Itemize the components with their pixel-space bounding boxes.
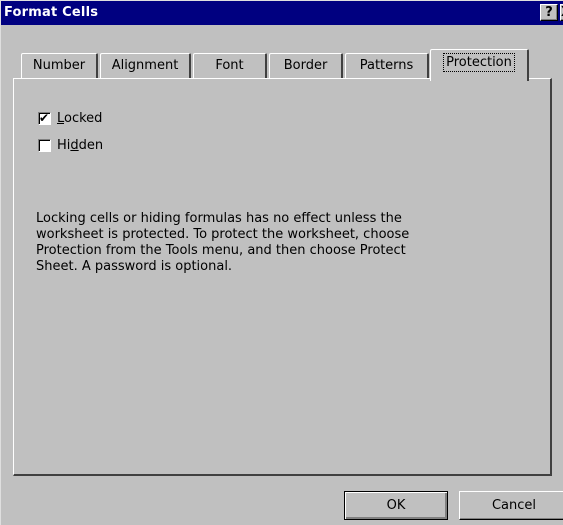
tab-alignment-label: Alignment [111, 58, 179, 73]
hidden-label: Hidden [57, 137, 104, 153]
tab-protection[interactable]: Protection [430, 49, 529, 81]
tab-border[interactable]: Border [269, 53, 343, 78]
info-line: Sheet. A password is optional. [36, 259, 233, 274]
tab-alignment[interactable]: Alignment [100, 53, 191, 78]
tab-number[interactable]: Number [21, 53, 98, 78]
help-icon: ? [545, 5, 553, 20]
title-bar[interactable]: Format Cells ? X [1, 1, 563, 25]
tab-border-label: Border [283, 58, 328, 73]
tab-patterns[interactable]: Patterns [345, 53, 429, 78]
protection-info-text: Locking cells or hiding formulas has no … [36, 211, 456, 275]
tab-font[interactable]: Font [193, 53, 267, 78]
hidden-checkbox-row[interactable]: Hidden [38, 136, 103, 154]
protection-panel: ✔ Locked Hidden Locking cells or hiding … [13, 78, 552, 476]
checkmark-icon: ✔ [39, 110, 50, 125]
format-cells-dialog: Format Cells ? X Number Alignment Font B… [0, 0, 563, 525]
tab-patterns-label: Patterns [359, 58, 414, 73]
ok-button[interactable]: OK [344, 491, 448, 520]
hidden-checkbox[interactable] [38, 138, 51, 152]
cancel-button[interactable]: Cancel [459, 491, 563, 520]
info-line: Protection from the Tools menu, and then… [36, 243, 406, 258]
tab-font-label: Font [215, 58, 244, 73]
locked-label: Locked [57, 110, 103, 126]
tab-number-label: Number [32, 58, 86, 73]
locked-checkbox-row[interactable]: ✔ Locked [38, 109, 102, 127]
dialog-title: Format Cells [4, 5, 99, 20]
info-line: worksheet is protected. To protect the w… [36, 227, 410, 242]
locked-checkbox[interactable]: ✔ [38, 110, 51, 125]
info-line: Locking cells or hiding formulas has no … [36, 211, 402, 226]
help-button[interactable]: ? [540, 4, 558, 21]
tab-protection-label: Protection [443, 53, 515, 72]
